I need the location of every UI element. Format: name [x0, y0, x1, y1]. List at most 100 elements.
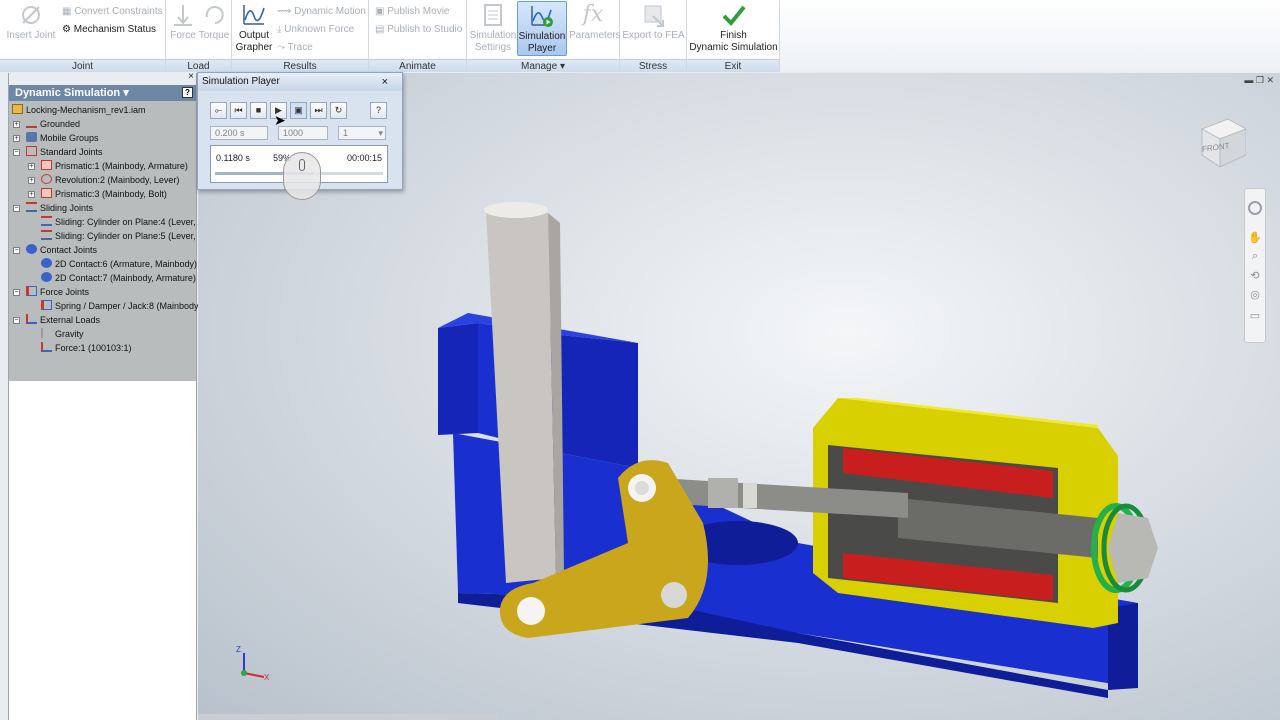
end-button[interactable]: ⏭: [310, 102, 327, 119]
force-load-icon: [41, 342, 52, 352]
filter-field[interactable]: 1 ▾: [338, 126, 386, 140]
tree-item-prismatic-1[interactable]: Prismatic:1 (Mainbody, Armature): [41, 159, 188, 173]
export-fea-icon: [644, 5, 664, 27]
tree-item-standard-joints[interactable]: Standard Joints: [26, 145, 103, 159]
ribbon-group-stress: Export to FEA Stress Analysis: [620, 0, 687, 85]
output-grapher-button[interactable]: Output Grapher: [234, 2, 274, 54]
steering-wheel-icon[interactable]: [1248, 201, 1262, 215]
tree-item-contact-7[interactable]: 2D Contact:7 (Mainbody, Armature): [41, 271, 196, 285]
simulation-player-button[interactable]: Simulation Player: [517, 1, 567, 56]
publish-movie-button[interactable]: ▣ Publish Movie: [375, 5, 450, 18]
expand-icon[interactable]: +: [13, 135, 20, 142]
tree-item-prismatic-3[interactable]: Prismatic:3 (Mainbody, Bolt): [41, 187, 167, 201]
player-close-icon[interactable]: ×: [382, 73, 388, 91]
record-button[interactable]: ▣: [290, 102, 307, 119]
tree-item-sliding-4[interactable]: Sliding: Cylinder on Plane:4 (Lever, A: [41, 215, 204, 229]
unknown-force-button[interactable]: ⤓ Unknown Force: [277, 23, 354, 36]
sliding-joints-icon: [26, 202, 37, 212]
parameters-button[interactable]: fx Parameters: [569, 2, 621, 42]
tree-item-mobile-groups[interactable]: Mobile Groups: [26, 131, 99, 145]
player-help-button[interactable]: ?: [370, 102, 387, 119]
mechanism-status-button[interactable]: ⚙ Mechanism Status: [62, 23, 156, 36]
spring-part[interactable]: [1091, 503, 1158, 593]
dynamic-motion-button[interactable]: ⟿ Dynamic Motion: [277, 5, 366, 18]
tree-item-sliding-5[interactable]: Sliding: Cylinder on Plane:5 (Lever, B: [41, 229, 204, 243]
tree-item-gravity[interactable]: Gravity: [41, 327, 84, 341]
expand-icon[interactable]: +: [13, 121, 20, 128]
mechanism-status-icon: ⚙: [62, 24, 74, 35]
restore-viewport-icon[interactable]: ❐: [1256, 75, 1264, 85]
final-time-field[interactable]: 0.200 s: [210, 126, 268, 140]
viewcube[interactable]: FRONT: [1198, 115, 1248, 168]
contact-joint-icon: [41, 272, 52, 282]
coordinate-triad: [241, 653, 265, 678]
tree-item-contact-joints[interactable]: Contact Joints: [26, 243, 97, 257]
dynamic-motion-icon: ⟿: [277, 6, 295, 17]
browser-help-icon[interactable]: ?: [182, 87, 193, 98]
collapse-icon[interactable]: −: [13, 317, 20, 324]
tree-item-spring-8[interactable]: Spring / Damper / Jack:8 (Mainbody,: [41, 299, 200, 313]
gravity-icon: [41, 328, 52, 338]
construction-icon: ⟜: [214, 105, 223, 115]
tree-item-assembly[interactable]: Locking-Mechanism_rev1.iam: [12, 103, 146, 117]
output-grapher-icon: [243, 5, 265, 25]
assembly-icon: [12, 104, 23, 114]
minimize-viewport-icon[interactable]: ▬: [1244, 75, 1253, 85]
insert-joint-button[interactable]: Insert Joint: [6, 2, 56, 42]
function-icon: fx: [582, 2, 604, 27]
collapse-icon[interactable]: −: [13, 149, 20, 156]
browser-close-icon[interactable]: ×: [188, 71, 194, 82]
standard-joints-icon: [26, 146, 37, 156]
expand-icon[interactable]: +: [28, 177, 35, 184]
nav-menu-icon[interactable]: ▭: [1245, 309, 1265, 322]
publish-studio-icon: ▤: [375, 24, 388, 35]
mouse-click-indicator: [283, 152, 321, 200]
tree-item-revolution-2[interactable]: Revolution:2 (Mainbody, Lever): [41, 173, 179, 187]
collapse-icon[interactable]: −: [13, 205, 20, 212]
tree-item-force-1[interactable]: Force:1 (100103:1): [41, 341, 132, 355]
group-label-animate: Animate: [369, 59, 466, 72]
export-fea-button[interactable]: Export to FEA: [622, 2, 685, 42]
group-label-joint: Joint: [0, 59, 165, 72]
orbit-icon[interactable]: ⟲: [1245, 269, 1265, 282]
browser-dropdown-icon: ▾: [123, 87, 129, 99]
stop-button[interactable]: ■: [250, 102, 267, 119]
ribbon: Insert Joint ▦ Convert Constraints ⚙ Mec…: [0, 0, 1280, 85]
loop-icon: ↻: [334, 105, 343, 115]
trace-button[interactable]: ⤳ Trace: [277, 41, 313, 54]
tree-item-external-loads[interactable]: External Loads: [26, 313, 100, 327]
ribbon-group-animate: ▣ Publish Movie ▤ Publish to Studio Anim…: [369, 0, 467, 72]
rewind-button[interactable]: ⏮: [230, 102, 247, 119]
zoom-icon[interactable]: ⌕: [1245, 250, 1265, 263]
torque-button[interactable]: Torque: [198, 2, 230, 42]
tree-item-grounded[interactable]: Grounded: [26, 117, 80, 131]
ribbon-group-exit: Finish Dynamic Simulation Exit: [687, 0, 780, 72]
tree-item-force-joints[interactable]: Force Joints: [26, 285, 89, 299]
look-at-icon[interactable]: ◎: [1245, 288, 1265, 301]
player-title-bar[interactable]: Simulation Player ×: [198, 73, 402, 91]
help-icon: ?: [375, 105, 381, 115]
simulation-settings-button[interactable]: Simulation Settings: [469, 2, 517, 54]
convert-constraints-button[interactable]: ▦ Convert Constraints: [62, 5, 163, 18]
expand-icon[interactable]: +: [28, 191, 35, 198]
publish-movie-icon: ▣: [375, 6, 388, 17]
expand-icon[interactable]: +: [28, 163, 35, 170]
prismatic-joint-icon: [41, 160, 52, 170]
elapsed-time: 00:00:15: [346, 153, 382, 163]
construction-mode-button[interactable]: ⟜: [210, 102, 227, 119]
collapse-icon[interactable]: −: [13, 247, 20, 254]
collapse-icon[interactable]: −: [13, 289, 20, 296]
browser-header[interactable]: Dynamic Simulation ▾ ?: [9, 85, 196, 101]
tree-item-contact-6[interactable]: 2D Contact:6 (Armature, Mainbody): [41, 257, 197, 271]
publish-studio-button[interactable]: ▤ Publish to Studio: [375, 23, 462, 36]
ribbon-group-manage: Simulation Settings Simulation Player fx…: [467, 0, 621, 72]
pan-icon[interactable]: ✋: [1245, 231, 1265, 244]
loop-button[interactable]: ↻: [330, 102, 347, 119]
end-icon: ⏭: [314, 105, 323, 115]
finish-dynamic-simulation-button[interactable]: Finish Dynamic Simulation: [689, 2, 778, 54]
close-viewport-icon[interactable]: ✕: [1266, 75, 1274, 85]
force-button[interactable]: Force: [168, 2, 198, 42]
group-label-manage[interactable]: Manage ▾: [467, 59, 619, 72]
group-label-load: Load: [166, 59, 231, 72]
tree-item-sliding-joints[interactable]: Sliding Joints: [26, 201, 93, 215]
